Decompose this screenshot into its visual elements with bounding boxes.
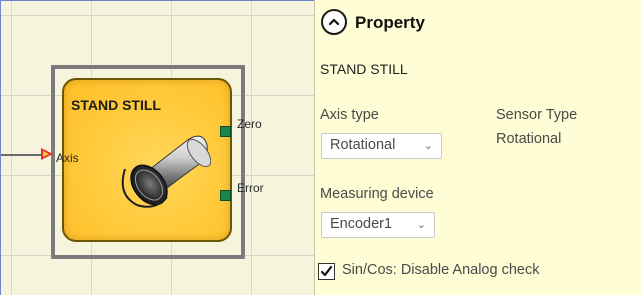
input-label-axis: Axis — [56, 151, 79, 165]
axis-type-select[interactable]: Rotational ⌄ — [321, 133, 442, 159]
axis-type-label: Axis type — [320, 107, 379, 123]
property-title: Property — [355, 13, 425, 32]
output-label-error: Error — [237, 181, 264, 195]
input-port-axis[interactable] — [41, 148, 53, 160]
checkmark-icon — [320, 265, 333, 277]
measuring-device-label: Measuring device — [320, 186, 434, 202]
chevron-down-icon: ⌄ — [423, 140, 433, 152]
diagram-canvas[interactable]: STAND STILL Axis Zero Error — [0, 0, 314, 295]
axis-type-value: Rotational — [330, 137, 396, 153]
measuring-device-value: Encoder1 — [330, 216, 393, 232]
output-port-error[interactable] — [220, 190, 231, 201]
sensor-type-label: Sensor Type — [496, 107, 578, 123]
block-name: STAND STILL — [320, 61, 408, 77]
chevron-down-icon: ⌄ — [416, 219, 426, 231]
sincos-check-label: Sin/Cos: Disable Analog check — [342, 262, 540, 278]
rotating-cylinder-icon — [121, 135, 211, 208]
property-panel: Property STAND STILL Axis type Rotationa… — [314, 0, 641, 295]
output-port-zero[interactable] — [220, 126, 231, 137]
chevron-up-circle-icon[interactable] — [321, 9, 347, 35]
sensor-type-value: Rotational — [496, 131, 562, 147]
measuring-device-select[interactable]: Encoder1 ⌄ — [321, 212, 435, 238]
sincos-checkbox[interactable] — [318, 263, 335, 280]
output-label-zero: Zero — [237, 117, 262, 131]
